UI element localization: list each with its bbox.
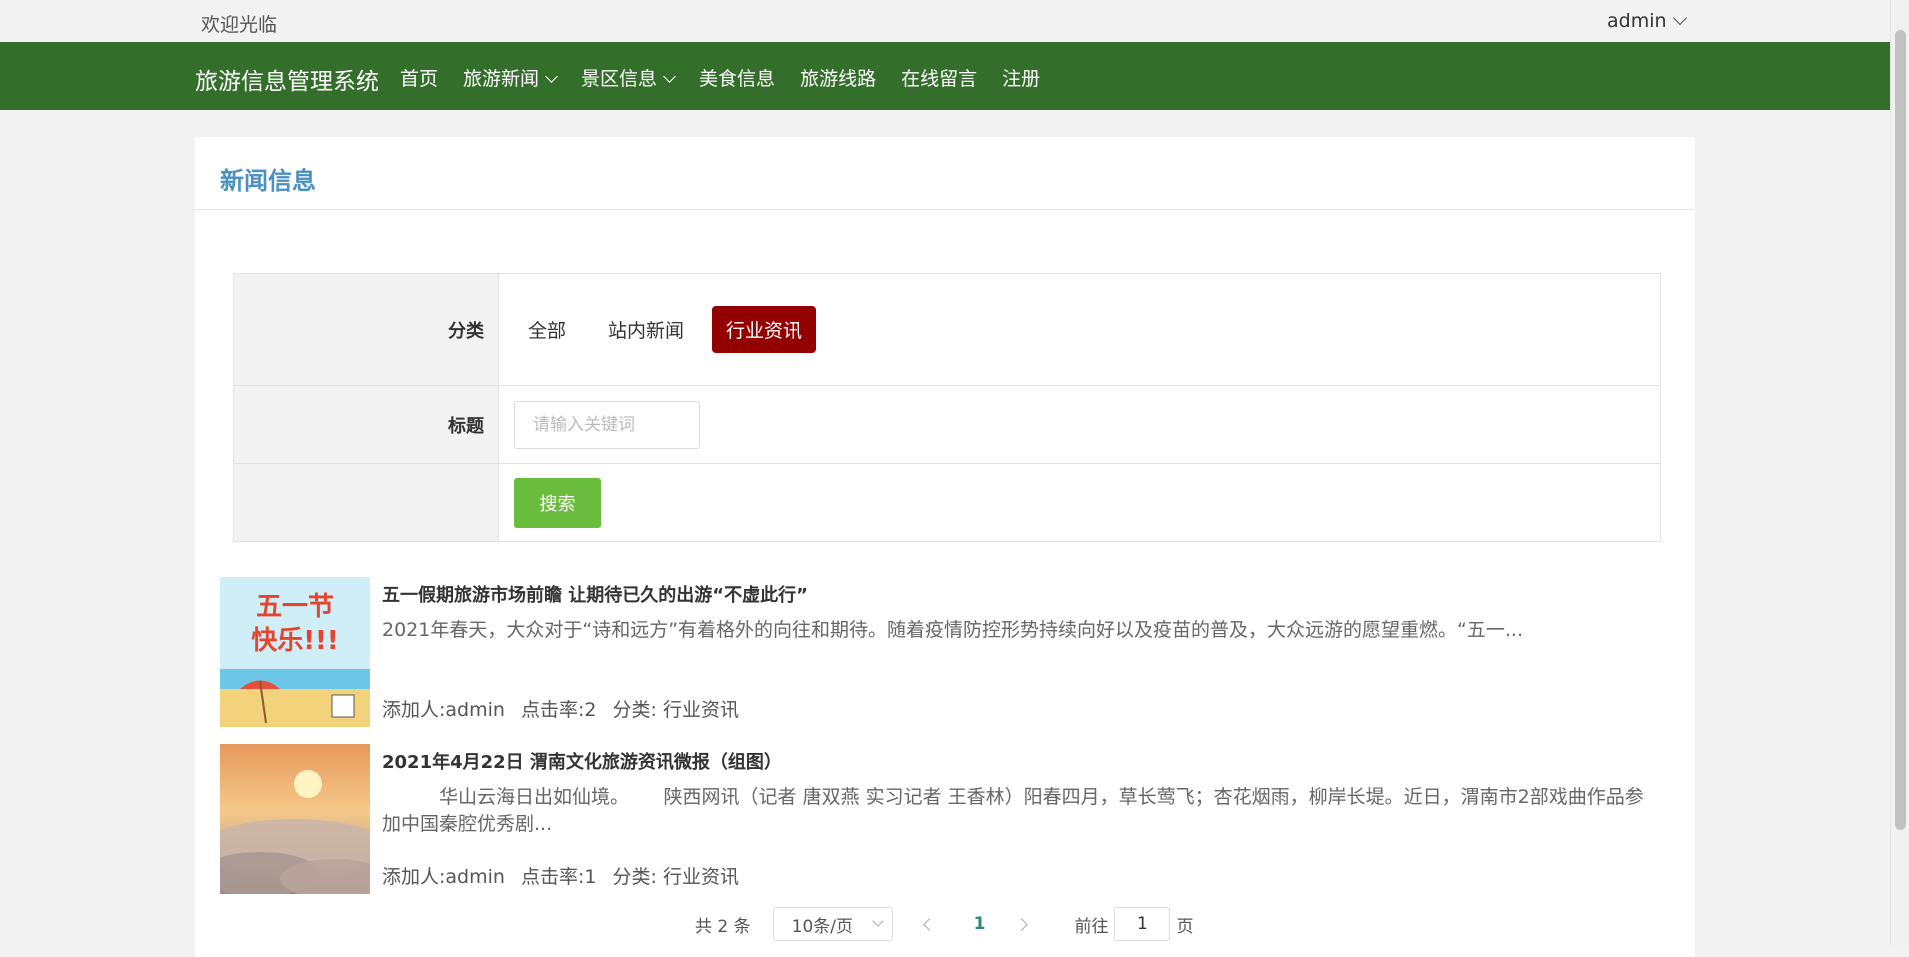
pagination: 共 2 条 10条/页 1 前往 页: [695, 907, 1193, 941]
title-label: 标题: [234, 386, 499, 463]
filter-row-title: 标题: [234, 386, 1660, 464]
page-size-value: 10条/页: [791, 916, 853, 937]
nav-item-label: 旅游线路: [800, 68, 877, 90]
nav-item-label: 旅游新闻: [463, 68, 540, 90]
news-thumbnail[interactable]: [220, 744, 370, 894]
nav-item-label: 景区信息: [581, 68, 658, 90]
category-site-news[interactable]: 站内新闻: [594, 306, 698, 353]
goto-page-input[interactable]: [1114, 907, 1171, 941]
news-category: 分类: 行业资讯: [612, 866, 739, 888]
card-header: 新闻信息: [195, 137, 1695, 210]
news-card: 新闻信息 分类 全部 站内新闻 行业资讯 标题 搜索: [195, 137, 1695, 957]
empty-label: [234, 464, 499, 541]
top-bar: 欢迎光临 admin: [0, 0, 1909, 42]
nav-item-label: 美食信息: [699, 68, 776, 90]
nav-item-scenic-info[interactable]: 景区信息: [581, 64, 676, 91]
page-size-select[interactable]: 10条/页: [772, 907, 893, 941]
news-meta: 添加人:admin 点击率:2 分类: 行业资讯: [382, 695, 749, 722]
nav-item-label: 注册: [1002, 68, 1041, 90]
user-menu[interactable]: admin: [1607, 10, 1687, 32]
title-field-wrap: [499, 386, 1660, 463]
news-thumbnail[interactable]: 五一节 快乐!!!: [220, 577, 370, 727]
user-name: admin: [1607, 10, 1667, 32]
holiday-thumbnail-image: 五一节 快乐!!!: [220, 577, 370, 727]
nav-item-messages[interactable]: 在线留言: [901, 64, 977, 91]
news-summary: 2021年春天，大众对于“诗和远方”有着格外的向往和期待。随着疫情防控形势持续向…: [382, 619, 1524, 641]
actions-wrap: 搜索: [499, 464, 1660, 541]
nav-item-home[interactable]: 首页: [400, 64, 438, 91]
filter-row-category: 分类 全部 站内新闻 行业资讯: [234, 274, 1660, 386]
thumb-text-2: 快乐!!!: [251, 626, 339, 656]
nav-item-label: 在线留言: [901, 68, 978, 90]
chevron-down-icon: [545, 70, 558, 83]
news-meta: 添加人:admin 点击率:1 分类: 行业资讯: [382, 862, 749, 889]
news-clicks: 点击率:2: [520, 699, 597, 721]
next-page-icon[interactable]: [1015, 917, 1029, 931]
nav-item-travel-routes[interactable]: 旅游线路: [800, 64, 876, 91]
nav-item-label: 首页: [400, 68, 439, 90]
news-title[interactable]: 2021年4月22日 渭南文化旅游资讯微报（组图）: [382, 748, 782, 774]
sunrise-thumbnail-image: [220, 744, 370, 894]
news-clicks: 点击率:1: [520, 866, 597, 888]
category-options: 全部 站内新闻 行业资讯: [499, 274, 1660, 385]
main-navbar: 旅游信息管理系统 首页 旅游新闻 景区信息 美食信息 旅游线路 在线留言 注册: [0, 42, 1909, 110]
keyword-input[interactable]: [514, 400, 700, 449]
filter-table: 分类 全部 站内新闻 行业资讯 标题 搜索: [233, 273, 1661, 542]
nav-menu: 首页 旅游新闻 景区信息 美食信息 旅游线路 在线留言 注册: [400, 64, 1065, 91]
news-title[interactable]: 五一假期旅游市场前瞻 让期待已久的出游“不虚此行”: [382, 581, 808, 607]
page-number-current[interactable]: 1: [974, 914, 986, 934]
welcome-text: 欢迎光临: [201, 14, 278, 36]
goto-label: 前往: [1074, 916, 1109, 937]
category-all[interactable]: 全部: [514, 306, 580, 353]
category-label: 分类: [234, 274, 499, 385]
news-category: 分类: 行业资讯: [612, 699, 739, 721]
chevron-down-icon: [1672, 10, 1687, 26]
prev-page-icon[interactable]: [922, 917, 936, 931]
page-unit: 页: [1176, 916, 1194, 937]
news-item[interactable]: 2021年4月22日 渭南文化旅游资讯微报（组图） 华山云海日出如仙境。 陕西网…: [220, 744, 1670, 894]
news-author: 添加人:admin: [382, 699, 505, 721]
nav-item-travel-news[interactable]: 旅游新闻: [463, 64, 558, 91]
site-brand[interactable]: 旅游信息管理系统: [195, 62, 379, 96]
thumb-text-1: 五一节: [256, 592, 334, 622]
filter-row-actions: 搜索: [234, 464, 1660, 541]
category-industry-news[interactable]: 行业资讯: [712, 306, 817, 353]
scrollbar-thumb[interactable]: [1895, 30, 1906, 830]
nav-item-register[interactable]: 注册: [1002, 64, 1040, 91]
chevron-down-icon: [663, 70, 676, 83]
news-summary: 华山云海日出如仙境。 陕西网讯（记者 唐双燕 实习记者 王香林）阳春四月，草长莺…: [382, 786, 1644, 835]
news-item[interactable]: 五一节 快乐!!! 五一假期旅游市场前瞻 让期待已久的出游“不虚此行” 2021…: [220, 577, 1670, 727]
nav-item-food-info[interactable]: 美食信息: [699, 64, 775, 91]
pager-total: 共 2 条: [695, 916, 751, 937]
chevron-down-icon: [871, 915, 884, 927]
search-button[interactable]: 搜索: [514, 477, 601, 528]
page-title: 新闻信息: [220, 167, 316, 195]
news-author: 添加人:admin: [382, 866, 505, 888]
page-scrollbar[interactable]: [1890, 0, 1909, 945]
